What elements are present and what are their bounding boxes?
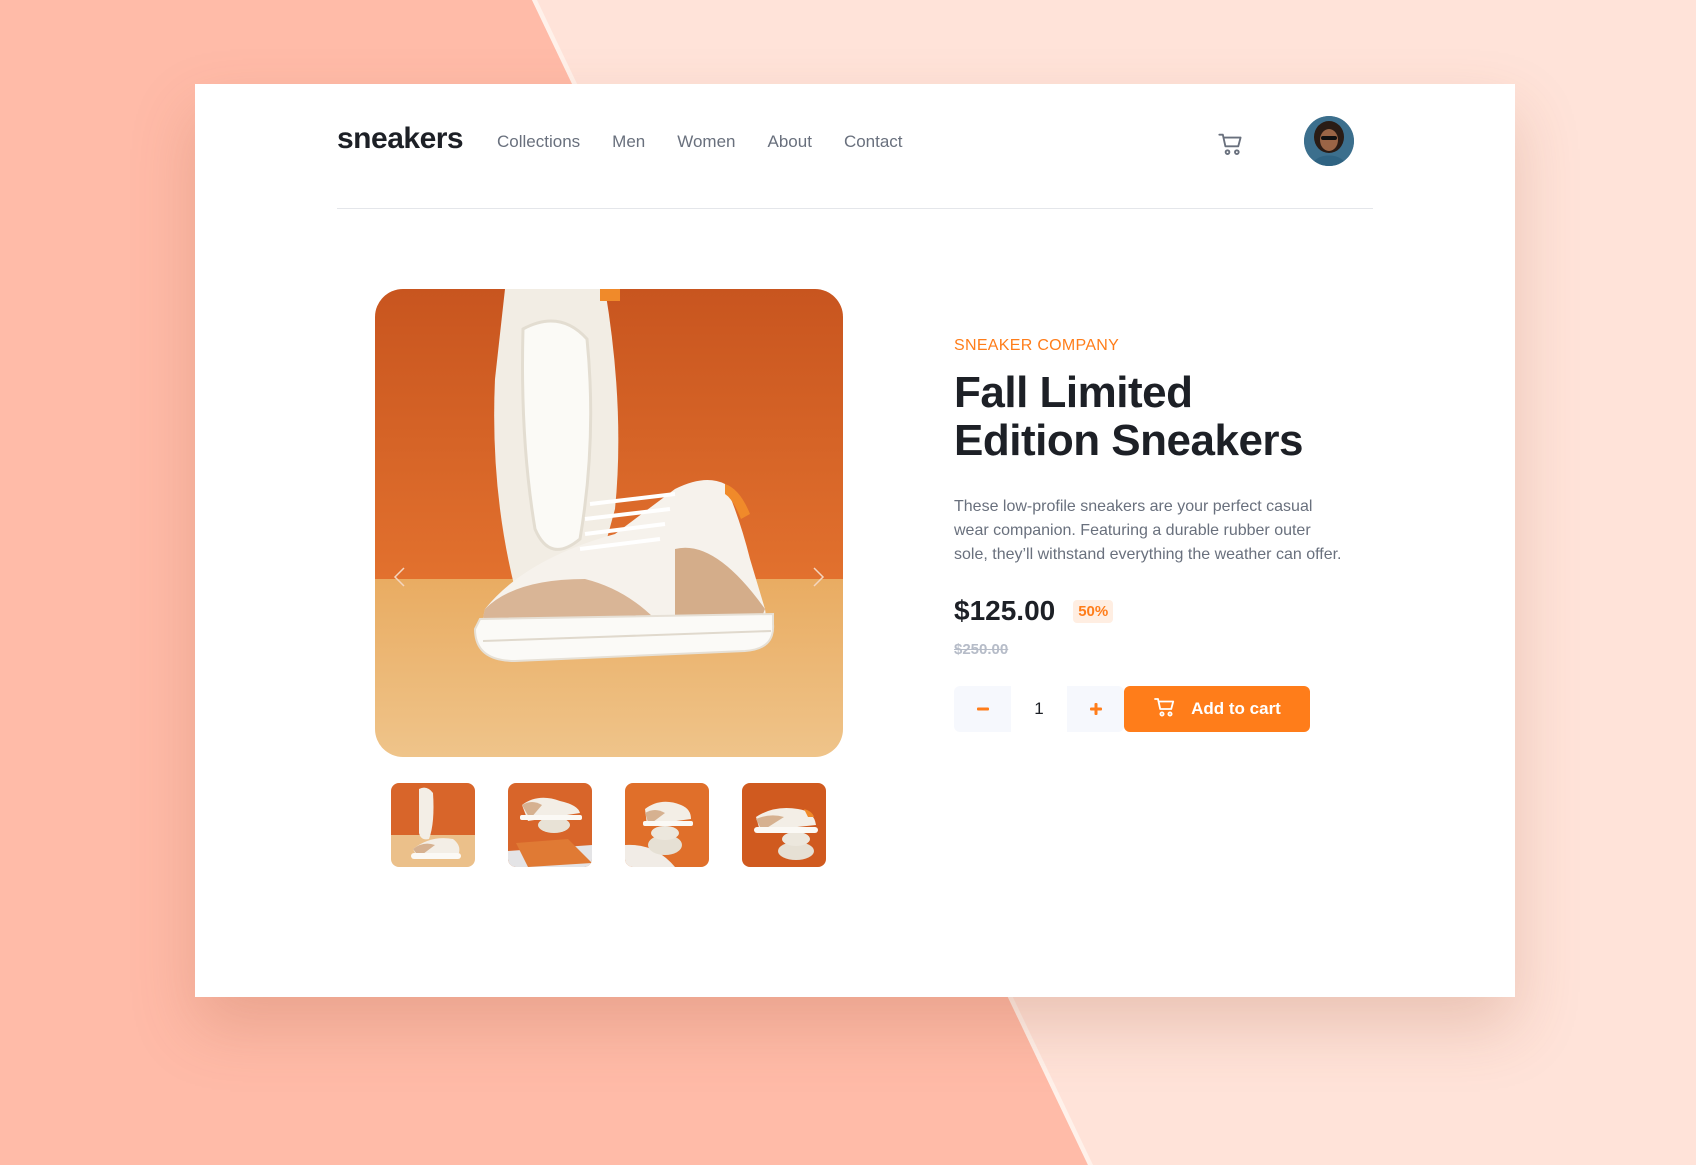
cart-icon[interactable] bbox=[1217, 130, 1245, 158]
cart-icon bbox=[1153, 695, 1177, 724]
product-card: sneakers Collections Men Women About Con… bbox=[195, 84, 1515, 997]
sneaker-illustration bbox=[473, 289, 775, 663]
minus-icon[interactable] bbox=[954, 686, 1011, 732]
nav-item-men[interactable]: Men bbox=[612, 132, 645, 152]
top-navigation: sneakers Collections Men Women About Con… bbox=[337, 116, 1373, 197]
price-row: $125.00 50% bbox=[954, 595, 1344, 627]
original-price: $250.00 bbox=[954, 641, 1009, 658]
main-menu: Collections Men Women About Contact bbox=[497, 132, 903, 152]
thumbnail-1[interactable] bbox=[391, 783, 475, 867]
company-label: SNEAKER COMPANY bbox=[954, 337, 1120, 354]
plus-icon[interactable] bbox=[1067, 686, 1124, 732]
nav-item-about[interactable]: About bbox=[768, 132, 812, 152]
product-title: Fall Limited Edition Sneakers bbox=[954, 368, 1304, 465]
nav-item-women[interactable]: Women bbox=[677, 132, 735, 152]
discount-badge: 50% bbox=[1073, 599, 1114, 623]
thumbnail-4[interactable] bbox=[742, 783, 826, 867]
product-gallery bbox=[375, 289, 843, 867]
thumbnail-strip bbox=[391, 783, 826, 867]
add-to-cart-label: Add to cart bbox=[1191, 699, 1281, 718]
quantity-value[interactable]: 1 bbox=[1011, 686, 1067, 732]
nav-divider bbox=[337, 208, 1373, 209]
user-avatar[interactable] bbox=[1304, 116, 1354, 166]
product-info: SNEAKER COMPANY Fall Limited Edition Sne… bbox=[954, 337, 1344, 732]
quantity-stepper: 1 bbox=[954, 686, 1124, 732]
thumbnail-3[interactable] bbox=[625, 783, 709, 867]
thumbnail-2[interactable] bbox=[508, 783, 592, 867]
brand-logo[interactable]: sneakers bbox=[337, 122, 464, 156]
current-price: $125.00 bbox=[954, 595, 1056, 626]
nav-item-contact[interactable]: Contact bbox=[844, 132, 903, 152]
chevron-left-icon[interactable] bbox=[389, 565, 413, 589]
product-main-image[interactable] bbox=[375, 289, 843, 757]
add-to-cart-button[interactable]: Add to cart bbox=[1124, 686, 1310, 732]
chevron-right-icon[interactable] bbox=[805, 565, 829, 589]
product-description: These low-profile sneakers are your perf… bbox=[954, 498, 1342, 563]
nav-item-collections[interactable]: Collections bbox=[497, 132, 580, 152]
purchase-controls: 1 Add to cart bbox=[954, 686, 1344, 732]
